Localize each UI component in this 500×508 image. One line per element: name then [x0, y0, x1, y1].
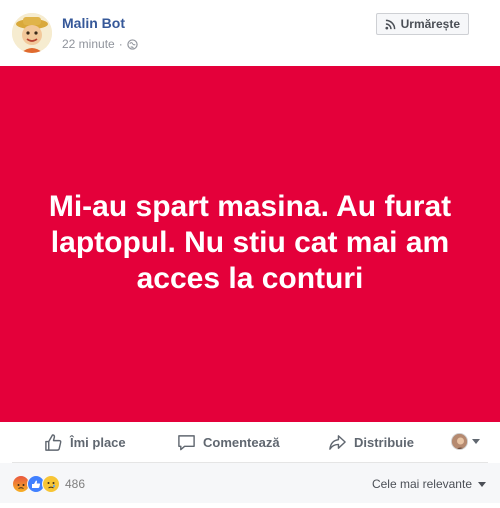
follow-button[interactable]: Urmărește	[375, 13, 469, 35]
viewer-avatar-selector[interactable]	[451, 433, 480, 450]
author-avatar[interactable]	[12, 13, 52, 53]
comment-sort-label: Cele mai relevante	[371, 477, 472, 491]
share-label: Distribuie	[354, 434, 414, 450]
globe-icon[interactable]	[127, 38, 138, 50]
post-header: Malin Bot 22 minute · Urmărește	[0, 0, 500, 66]
like-label: Îmi place	[70, 434, 126, 450]
thumbs-up-icon	[45, 433, 62, 451]
author-name[interactable]: Malin Bot	[62, 15, 125, 31]
share-icon	[329, 434, 346, 450]
comment-sort-dropdown[interactable]: Cele mai relevante	[372, 477, 486, 491]
meta-separator: ·	[118, 37, 123, 51]
facebook-post: Malin Bot 22 minute · Urmărește Mi-au sp…	[0, 0, 500, 508]
reaction-count[interactable]: 486	[65, 477, 85, 491]
viewer-avatar	[451, 433, 468, 450]
sad-reaction-icon	[42, 475, 60, 493]
post-timestamp[interactable]: 22 minute	[62, 37, 115, 51]
reactions-bar: 486 Cele mai relevante	[0, 463, 500, 503]
chevron-down-icon	[478, 481, 486, 487]
like-button[interactable]: Îmi place	[44, 422, 126, 462]
comment-button[interactable]: Comentează	[177, 422, 280, 462]
comment-label: Comentează	[203, 434, 280, 450]
action-bar: Îmi place Comentează Distribuie	[12, 422, 488, 463]
cartoon-avatar-icon	[12, 13, 52, 53]
share-button[interactable]: Distribuie	[328, 422, 414, 462]
status-text: Mi-au spart masina. Au furat laptopul. N…	[48, 190, 452, 295]
rss-icon	[385, 19, 395, 30]
status-card[interactable]: Mi-au spart masina. Au furat laptopul. N…	[0, 66, 500, 422]
post-meta: 22 minute ·	[62, 37, 138, 51]
chevron-down-icon	[472, 439, 480, 444]
reaction-icons[interactable]	[12, 475, 60, 493]
follow-button-label: Urmărește	[400, 17, 460, 31]
comment-icon	[178, 434, 195, 450]
